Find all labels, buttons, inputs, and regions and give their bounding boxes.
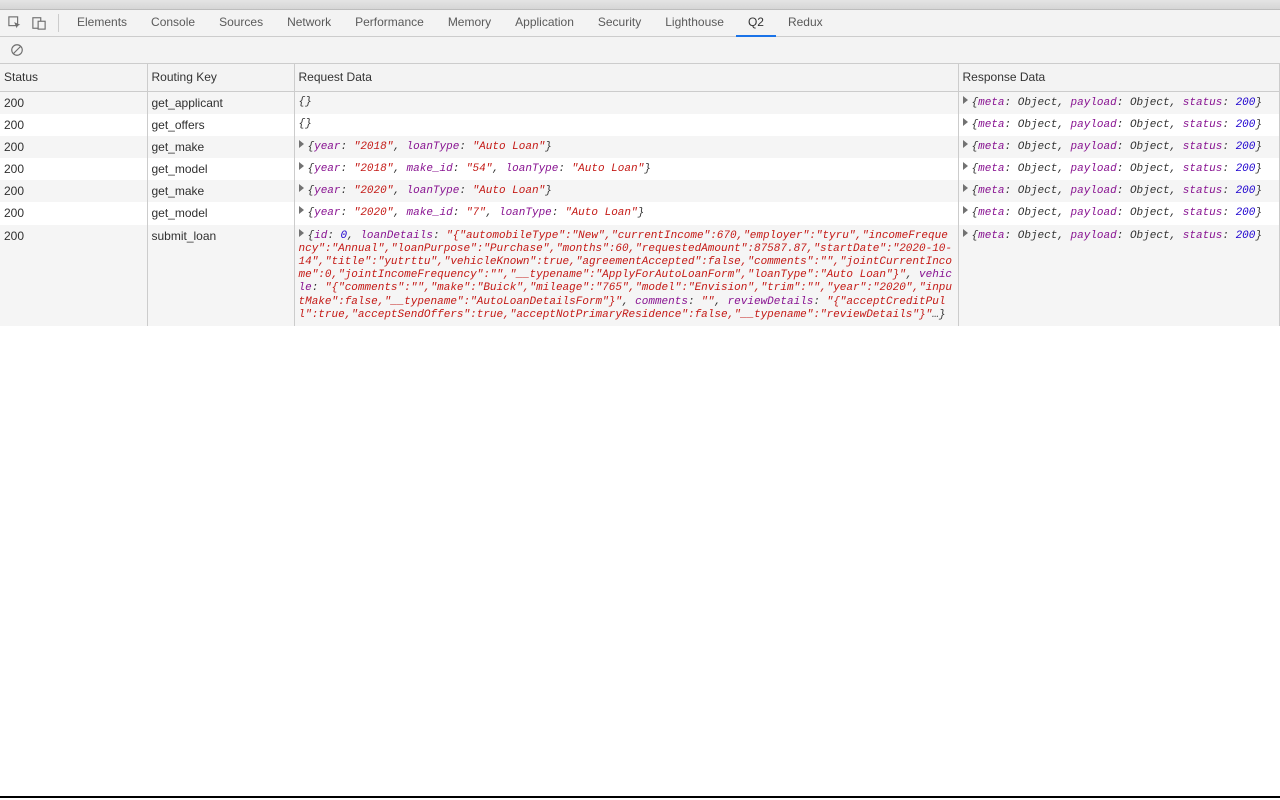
status-cell: 200 — [0, 158, 147, 180]
tab-lighthouse[interactable]: Lighthouse — [653, 10, 736, 37]
request-table: Status Routing Key Request Data Response… — [0, 64, 1280, 326]
tab-application[interactable]: Application — [503, 10, 586, 37]
tab-sources[interactable]: Sources — [207, 10, 275, 37]
col-header-routing[interactable]: Routing Key — [147, 64, 294, 91]
tab-elements[interactable]: Elements — [65, 10, 139, 37]
request-cell[interactable]: {year: "2018", make_id: "54", loanType: … — [294, 158, 958, 180]
table-header-row: Status Routing Key Request Data Response… — [0, 64, 1280, 91]
table-row[interactable]: 200get_make{year: "2020", loanType: "Aut… — [0, 180, 1280, 202]
table-row[interactable]: 200get_make{year: "2018", loanType: "Aut… — [0, 136, 1280, 158]
table-row[interactable]: 200get_applicant{}{meta: Object, payload… — [0, 91, 1280, 114]
col-header-status[interactable]: Status — [0, 64, 147, 91]
table-row[interactable]: 200get_model{year: "2018", make_id: "54"… — [0, 158, 1280, 180]
expand-icon[interactable] — [299, 206, 304, 214]
expand-icon[interactable] — [299, 162, 304, 170]
expand-icon[interactable] — [963, 118, 968, 126]
tab-network[interactable]: Network — [275, 10, 343, 37]
expand-icon[interactable] — [299, 184, 304, 192]
tab-redux[interactable]: Redux — [776, 10, 835, 37]
routing-cell: get_applicant — [147, 91, 294, 114]
window-titlebar — [0, 0, 1280, 10]
status-cell: 200 — [0, 202, 147, 224]
response-cell[interactable]: {meta: Object, payload: Object, status: … — [958, 180, 1280, 202]
response-cell[interactable]: {meta: Object, payload: Object, status: … — [958, 225, 1280, 326]
routing-cell: get_model — [147, 202, 294, 224]
response-cell[interactable]: {meta: Object, payload: Object, status: … — [958, 136, 1280, 158]
request-cell[interactable]: {year: "2018", loanType: "Auto Loan"} — [294, 136, 958, 158]
status-cell: 200 — [0, 91, 147, 114]
inspect-icon[interactable] — [4, 12, 26, 34]
request-cell[interactable]: {} — [294, 91, 958, 114]
table-row[interactable]: 200submit_loan{id: 0, loanDetails: "{"au… — [0, 225, 1280, 326]
expand-icon[interactable] — [963, 206, 968, 214]
status-cell: 200 — [0, 180, 147, 202]
expand-icon[interactable] — [963, 140, 968, 148]
request-table-wrap: Status Routing Key Request Data Response… — [0, 64, 1280, 798]
expand-icon[interactable] — [963, 162, 968, 170]
device-toggle-icon[interactable] — [28, 12, 50, 34]
routing-cell: get_make — [147, 180, 294, 202]
routing-cell: get_make — [147, 136, 294, 158]
status-cell: 200 — [0, 136, 147, 158]
response-cell[interactable]: {meta: Object, payload: Object, status: … — [958, 202, 1280, 224]
devtools-tabbar: ElementsConsoleSourcesNetworkPerformance… — [0, 10, 1280, 37]
request-cell[interactable]: {} — [294, 114, 958, 136]
response-cell[interactable]: {meta: Object, payload: Object, status: … — [958, 114, 1280, 136]
expand-icon[interactable] — [299, 140, 304, 148]
routing-cell: submit_loan — [147, 225, 294, 326]
col-header-response[interactable]: Response Data — [958, 64, 1280, 91]
request-cell[interactable]: {year: "2020", loanType: "Auto Loan"} — [294, 180, 958, 202]
status-cell: 200 — [0, 114, 147, 136]
table-row[interactable]: 200get_offers{}{meta: Object, payload: O… — [0, 114, 1280, 136]
request-cell[interactable]: {id: 0, loanDetails: "{"automobileType":… — [294, 225, 958, 326]
panel-toolbar — [0, 37, 1280, 64]
tab-memory[interactable]: Memory — [436, 10, 503, 37]
routing-cell: get_offers — [147, 114, 294, 136]
request-cell[interactable]: {year: "2020", make_id: "7", loanType: "… — [294, 202, 958, 224]
clear-icon[interactable] — [6, 39, 28, 61]
response-cell[interactable]: {meta: Object, payload: Object, status: … — [958, 91, 1280, 114]
expand-icon[interactable] — [963, 184, 968, 192]
tabbar-divider — [58, 14, 59, 32]
tab-security[interactable]: Security — [586, 10, 653, 37]
expand-icon[interactable] — [963, 96, 968, 104]
expand-icon[interactable] — [963, 229, 968, 237]
col-header-request[interactable]: Request Data — [294, 64, 958, 91]
expand-icon[interactable] — [299, 229, 304, 237]
tab-performance[interactable]: Performance — [343, 10, 436, 37]
response-cell[interactable]: {meta: Object, payload: Object, status: … — [958, 158, 1280, 180]
table-row[interactable]: 200get_model{year: "2020", make_id: "7",… — [0, 202, 1280, 224]
tab-console[interactable]: Console — [139, 10, 207, 37]
routing-cell: get_model — [147, 158, 294, 180]
tab-q2[interactable]: Q2 — [736, 10, 776, 37]
status-cell: 200 — [0, 225, 147, 326]
